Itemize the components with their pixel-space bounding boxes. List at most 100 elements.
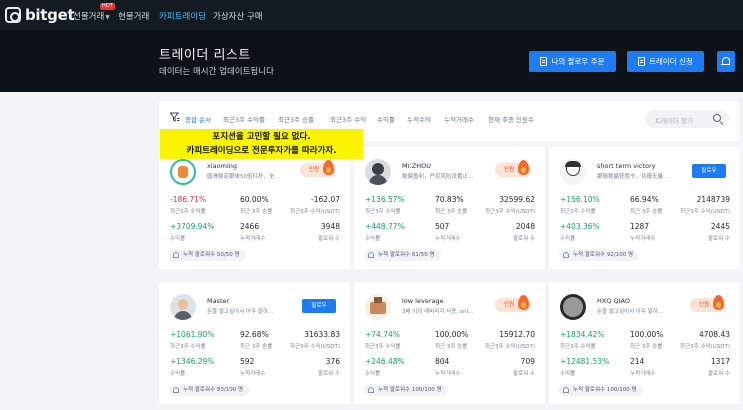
roi-label: 수익률 [560,236,576,242]
trader-card[interactable]: xiaoming 圆滑稳定跟单50倍杠杆，全... 인원 -186.71% 60… [159,147,350,269]
avatar[interactable] [170,159,196,185]
winrate-3w-label: 최근 3주 승률 [240,209,273,215]
profit-3w-value: 32599.62 [499,195,535,204]
avatar[interactable] [365,294,391,320]
my-follow-orders-button[interactable]: 나의 팔로우 주문 [529,51,616,72]
roi-label: 수익률 [170,236,186,242]
avatar[interactable] [560,294,586,320]
trader-card[interactable]: short term victory 跟随稳赢获胜令，功德无量... 팔로우 +… [549,147,740,269]
users-icon [563,387,569,393]
winrate-3w-value: 100.00% [435,330,469,339]
roi-label: 수익률 [365,371,381,377]
follower-count-pill: 누적 팔로워수 100/100 명 [364,384,448,396]
hot-badge[interactable]: 인원 [495,295,531,312]
trader-card[interactable]: Master 돈을 벌고싶어서 아무 말하... 팔로우 +1061.90% 9… [159,282,350,404]
followers-value: 709 [520,357,535,366]
hot-badge[interactable]: 인원 [300,160,336,177]
hot-badge: HOT [100,3,115,10]
flame-icon [323,160,334,175]
follower-count-pill: 누적 팔로워수 83/100 명 [169,384,250,396]
followers-label: 팔로워 수 [513,371,535,377]
trader-name[interactable]: xiaoming [207,162,237,170]
trader-description: 3배 이하 레버리지 사용, onl... [402,309,474,315]
nav-spot[interactable]: 현물거래 [118,10,149,22]
winrate-3w-label: 최근 3주 승률 [630,344,663,350]
follow-button[interactable]: 팔로우 [692,164,726,178]
avatar[interactable] [560,159,586,185]
tab-profit-3w[interactable]: 최근3주 수익 [330,114,366,124]
trades-label: 누적거래수 [630,236,656,242]
trader-name[interactable]: low leverage [402,297,444,305]
trader-card[interactable]: low leverage 3배 이하 레버리지 사용, onl... 인원 +7… [354,282,545,404]
followers-label: 팔로워 수 [318,236,340,242]
users-icon [563,252,569,258]
page-title: 트레이더 리스트 [159,48,251,63]
roi-3w-label: 최근3주 수익률 [170,209,206,215]
followers-label: 팔로워 수 [708,371,730,377]
trader-name[interactable]: short term victory [597,162,656,170]
nav-copy-trading[interactable]: 카피트레이딩 [159,10,206,22]
roi-value: +1346.29% [170,357,215,366]
apply-trader-button[interactable]: 트레이더 신청 [627,51,704,72]
flame-icon [713,295,724,310]
followers-value: 3948 [320,222,340,231]
chevron-down-icon: ▼ [105,14,110,21]
roi-label: 수익률 [560,371,576,377]
hot-badge[interactable]: 인원 [690,295,726,312]
tab-roi-3w[interactable]: 최근3주 수익률 [223,114,265,124]
notification-button[interactable] [717,51,735,72]
trader-search[interactable]: 트레이더 찾기 [645,110,729,128]
roi-value: +448.77% [365,222,405,231]
followers-label: 팔로워 수 [318,371,340,377]
users-icon [173,387,179,393]
profit-3w-label: 최근3주 수익(USDT) [680,344,730,350]
tab-overall[interactable]: 종합 순서 [185,114,211,124]
nav-buy-crypto[interactable]: 가상자산 구매 [213,10,263,22]
winrate-3w-label: 최근 3주 승률 [630,209,663,215]
followers-label: 팔로워 수 [513,236,535,242]
trader-description: 跟随稳赢获胜令，功德无量... [597,174,669,180]
profit-3w-label: 최근3주 수익(USDT) [485,209,535,215]
trades-value: 804 [435,357,450,366]
trades-label: 누적거래수 [240,371,266,377]
tab-cum-trades[interactable]: 누적거래수 [444,114,474,124]
users-icon [368,387,374,393]
trades-value: 592 [240,357,255,366]
roi-3w-label: 최근3주 수익률 [560,209,596,215]
followers-value: 2445 [710,222,730,231]
follow-button[interactable]: 팔로우 [302,299,336,313]
avatar[interactable] [365,159,391,185]
bell-icon [721,57,730,66]
document-icon [540,57,548,66]
trader-name[interactable]: Master [207,297,229,305]
filter-icon[interactable] [170,112,180,122]
trader-description: 돈을 벌고싶어서 아무 말하... [207,309,274,315]
hot-badge[interactable]: 인원 [495,160,531,177]
tab-roi[interactable]: 수익률 [377,114,395,124]
roi-3w-label: 최근3주 수익률 [170,344,206,350]
tab-winrate-3w[interactable]: 최근3주 승률 [278,114,314,124]
avatar[interactable] [170,294,196,320]
profit-3w-label: 최근3주 수익(USDT) [485,344,535,350]
bitget-logo[interactable]: bitget [5,6,75,24]
tab-cum-profit[interactable]: 누적수익 [407,114,431,124]
trades-label: 누적거래수 [630,371,656,377]
search-icon[interactable] [713,114,721,122]
trader-name[interactable]: HXQ QIAO [597,297,630,305]
nav-futures[interactable]: 선물거래▼ [73,10,110,22]
tab-followers[interactable]: 현재 추종 인원수 [488,114,534,124]
followers-value: 376 [325,357,340,366]
roi-label: 수익률 [365,236,381,242]
roi-3w-value: +156.10% [560,195,600,204]
trader-card[interactable]: Mr.ZHOU 稳健盈利，严控风险设置止... 인원 +136.57% 70.8… [354,147,545,269]
edit-document-icon [638,57,646,66]
winrate-3w-label: 최근 3주 승률 [240,344,273,350]
trader-description: 稳健盈利，严控风险设置止... [402,174,474,180]
trader-card[interactable]: HXQ QIAO 돈을 벌고싶어서 아무 말하... 인원 +1834.42% … [549,282,740,404]
winrate-3w-value: 92.68% [240,330,269,339]
search-input[interactable]: 트레이더 찾기 [655,115,693,125]
profit-3w-value: 15912.70 [499,330,535,339]
trader-description: 돈을 벌고싶어서 아무 말하... [597,309,664,315]
trader-name[interactable]: Mr.ZHOU [402,162,431,170]
trades-label: 누적거래수 [435,236,461,242]
